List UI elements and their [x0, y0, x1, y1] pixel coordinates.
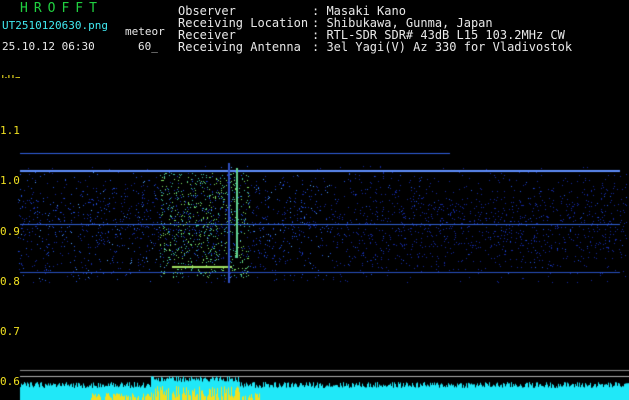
filename-label: UT2510120630.png: [2, 19, 108, 32]
app-logo: HROFFT: [20, 1, 103, 16]
y-tick-label: 0.8: [0, 275, 20, 288]
y-tick-label: 1.0: [0, 174, 20, 187]
antenna-value: : 3el Yagi(V) Az 330 for Vladivostok: [312, 40, 573, 54]
y-tick-label: 0.7: [0, 325, 20, 338]
meteor-label: meteor: [125, 25, 165, 38]
y-tick-label: 1.1: [0, 124, 20, 137]
datetime-label: 25.10.12 06:30: [2, 40, 95, 53]
y-tick-label: 0.9: [0, 225, 20, 238]
y-tick-label: 0.6: [0, 375, 20, 388]
antenna-label: Receiving Antenna: [178, 40, 301, 54]
header-panel: HROFFT UT2510120630.png meteor 25.10.12 …: [0, 0, 629, 86]
spectrogram-canvas: [0, 78, 629, 400]
interval-label: 60_: [138, 40, 158, 53]
